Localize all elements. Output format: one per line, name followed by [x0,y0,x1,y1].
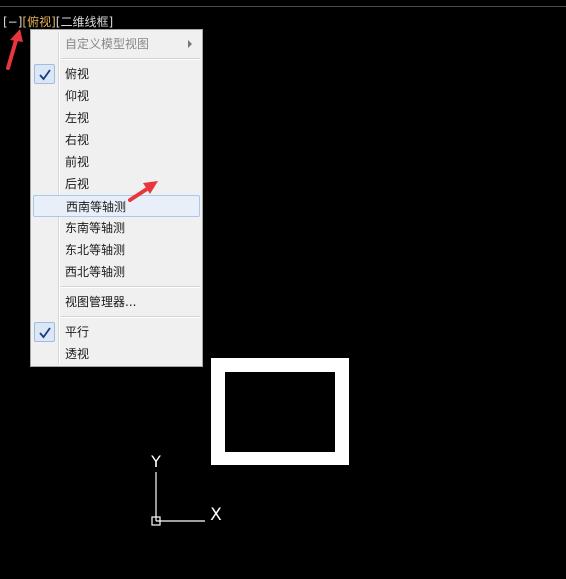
menu-item-view-manager[interactable]: 视图管理器... [33,291,200,313]
menu-item-label: 东南等轴测 [65,221,126,235]
menu-separator [61,316,200,318]
menu-item-label: 俯视 [65,67,90,81]
menu-item-label: 西北等轴测 [65,265,126,279]
menu-item-label: 透视 [65,347,90,361]
menu-item-label: 自定义模型视图 [65,37,150,51]
annotation-arrow-icon [6,29,23,70]
view-context-menu: 自定义模型视图 俯视 仰视 左视 右视 前视 后视 西南等轴测 东南等轴测 东北… [30,29,203,367]
ucs-x-axis-label: X [210,505,222,525]
menu-item-label: 右视 [65,133,90,147]
menu-item-label: 东北等轴测 [65,243,126,257]
menu-item-view-top[interactable]: 俯视 [33,63,200,85]
submenu-arrow-icon [188,40,192,48]
menu-item-view-front[interactable]: 前视 [33,151,200,173]
ucs-icon: Y X [150,452,222,526]
menu-item-custom-model-views[interactable]: 自定义模型视图 [33,33,200,55]
menu-item-view-bottom[interactable]: 仰视 [33,85,200,107]
menu-item-view-nw-isometric[interactable]: 西北等轴测 [33,261,200,283]
viewport-view-control[interactable]: [俯视] [22,15,55,29]
menu-item-label: 前视 [65,155,90,169]
check-icon [34,322,55,342]
menu-item-label: 仰视 [65,89,90,103]
menu-item-view-left[interactable]: 左视 [33,107,200,129]
check-icon [34,64,55,84]
menu-item-label: 平行 [65,325,90,339]
menu-item-label: 西南等轴测 [66,200,127,214]
ucs-y-axis-label: Y [150,452,161,471]
menu-separator [61,286,200,288]
menu-item-label: 后视 [65,177,90,191]
menu-separator [61,58,200,60]
menu-item-view-se-isometric[interactable]: 东南等轴测 [33,217,200,239]
annotation-arrow-icon [128,181,158,202]
menu-item-view-back[interactable]: 后视 [33,173,200,195]
window-top-border [0,0,566,7]
menu-item-perspective[interactable]: 透视 [33,343,200,365]
menu-item-view-right[interactable]: 右视 [33,129,200,151]
menu-item-parallel[interactable]: 平行 [33,321,200,343]
menu-item-view-sw-isometric[interactable]: 西南等轴测 [33,195,200,217]
menu-item-label: 左视 [65,111,90,125]
drawing-rectangle-interior [225,372,335,452]
viewport-visual-style-control[interactable]: [二维线框] [56,15,113,29]
viewport-controls: [−][俯视][二维线框] [3,15,113,29]
menu-item-label: 视图管理器... [65,295,137,309]
menu-item-view-ne-isometric[interactable]: 东北等轴测 [33,239,200,261]
viewport-minimize-control[interactable]: [−] [3,15,22,29]
